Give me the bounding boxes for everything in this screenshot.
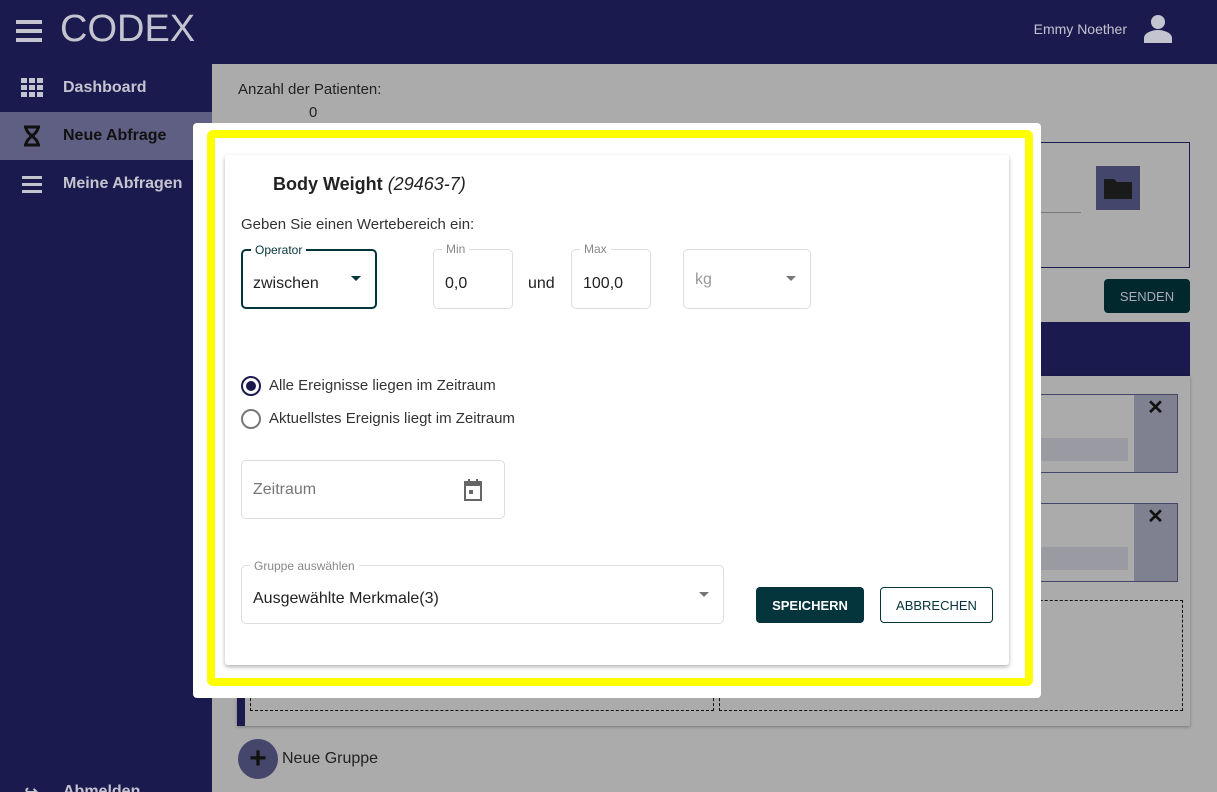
save-button[interactable]: SPEICHERN <box>756 587 864 623</box>
grid-icon <box>0 78 63 98</box>
user-name: Emmy Noether <box>1033 21 1127 37</box>
and-label: und <box>528 275 555 292</box>
top-bar: Emmy Noether <box>212 0 1217 64</box>
patients-count: 0 <box>309 104 318 121</box>
timeframe-input[interactable]: Zeitraum <box>241 460 505 519</box>
unit-value: kg <box>695 271 712 288</box>
cancel-button[interactable]: ABBRECHEN <box>880 587 993 623</box>
add-group-button[interactable]: + <box>238 739 278 779</box>
sidebar-item-label: Meine Abfragen <box>63 175 183 192</box>
radio-latest-event[interactable] <box>241 409 261 429</box>
chevron-down-icon <box>699 592 709 597</box>
chevron-down-icon <box>351 276 361 281</box>
sidebar-item-label: Neue Abfrage <box>63 127 167 144</box>
sidebar-item-dashboard[interactable]: Dashboard <box>0 64 212 112</box>
sidebar-item-meine-abfragen[interactable]: Meine Abfragen <box>0 160 212 208</box>
sidebar-item-neue-abfrage[interactable]: Neue Abfrage <box>0 112 212 160</box>
operator-select[interactable]: Operator zwischen <box>241 243 377 309</box>
sidebar-item-label: Abmelden <box>63 783 141 792</box>
logout-icon: ↪ <box>0 782 63 792</box>
range-prompt: Geben Sie einen Wertebereich ein: <box>241 216 475 233</box>
sidebar-item-label: Dashboard <box>63 79 147 96</box>
max-input[interactable]: Max 100,0 <box>571 242 651 309</box>
upload-box <box>1030 142 1190 268</box>
group-label: Gruppe auswählen <box>250 559 359 573</box>
list-icon <box>0 175 63 193</box>
close-icon[interactable]: ✕ <box>1134 504 1177 581</box>
sidebar-item-logout[interactable]: ↪ Abmelden <box>0 768 212 792</box>
radio-all-events[interactable] <box>241 376 261 396</box>
app-logo: CODEX <box>60 8 196 50</box>
group-header <box>1030 322 1190 376</box>
send-button[interactable]: SENDEN <box>1104 279 1190 313</box>
max-value: 100,0 <box>583 275 624 292</box>
operator-value: zwischen <box>253 275 319 292</box>
group-select[interactable]: Gruppe auswählen Ausgewählte Merkmale(3) <box>241 559 724 624</box>
max-label: Max <box>580 242 611 256</box>
radio-label: Alle Ereignisse liegen im Zeitraum <box>269 377 496 394</box>
min-label: Min <box>442 242 470 256</box>
dialog-card: Body Weight (29463-7) Geben Sie einen We… <box>225 155 1009 665</box>
radio-label: Aktuellstes Ereignis liegt im Zeitraum <box>269 410 515 427</box>
new-group-label: Neue Gruppe <box>282 750 379 767</box>
chevron-down-icon <box>786 276 796 281</box>
operator-label: Operator <box>251 243 307 257</box>
close-icon[interactable]: ✕ <box>1134 395 1177 472</box>
loinc-code: (29463-7) <box>387 174 466 194</box>
criterion-card: ✕ <box>1030 394 1178 473</box>
calendar-icon[interactable] <box>464 479 482 506</box>
min-input[interactable]: Min 0,0 <box>433 242 513 309</box>
dna-icon <box>0 125 63 147</box>
dialog-title: Body Weight (29463-7) <box>273 174 466 194</box>
min-value: 0,0 <box>445 275 468 292</box>
sidebar: CODEX Dashboard Neue Abfrage Meine Abfra… <box>0 0 212 792</box>
user-icon[interactable] <box>1144 13 1172 48</box>
group-value: Ausgewählte Merkmale(3) <box>253 590 439 607</box>
menu-icon[interactable] <box>16 20 42 42</box>
timeframe-placeholder: Zeitraum <box>253 481 317 498</box>
folder-icon[interactable] <box>1096 166 1140 210</box>
criterion-card: ✕ <box>1030 503 1178 582</box>
unit-select[interactable]: kg <box>683 249 811 309</box>
patients-label: Anzahl der Patienten: <box>238 81 382 98</box>
